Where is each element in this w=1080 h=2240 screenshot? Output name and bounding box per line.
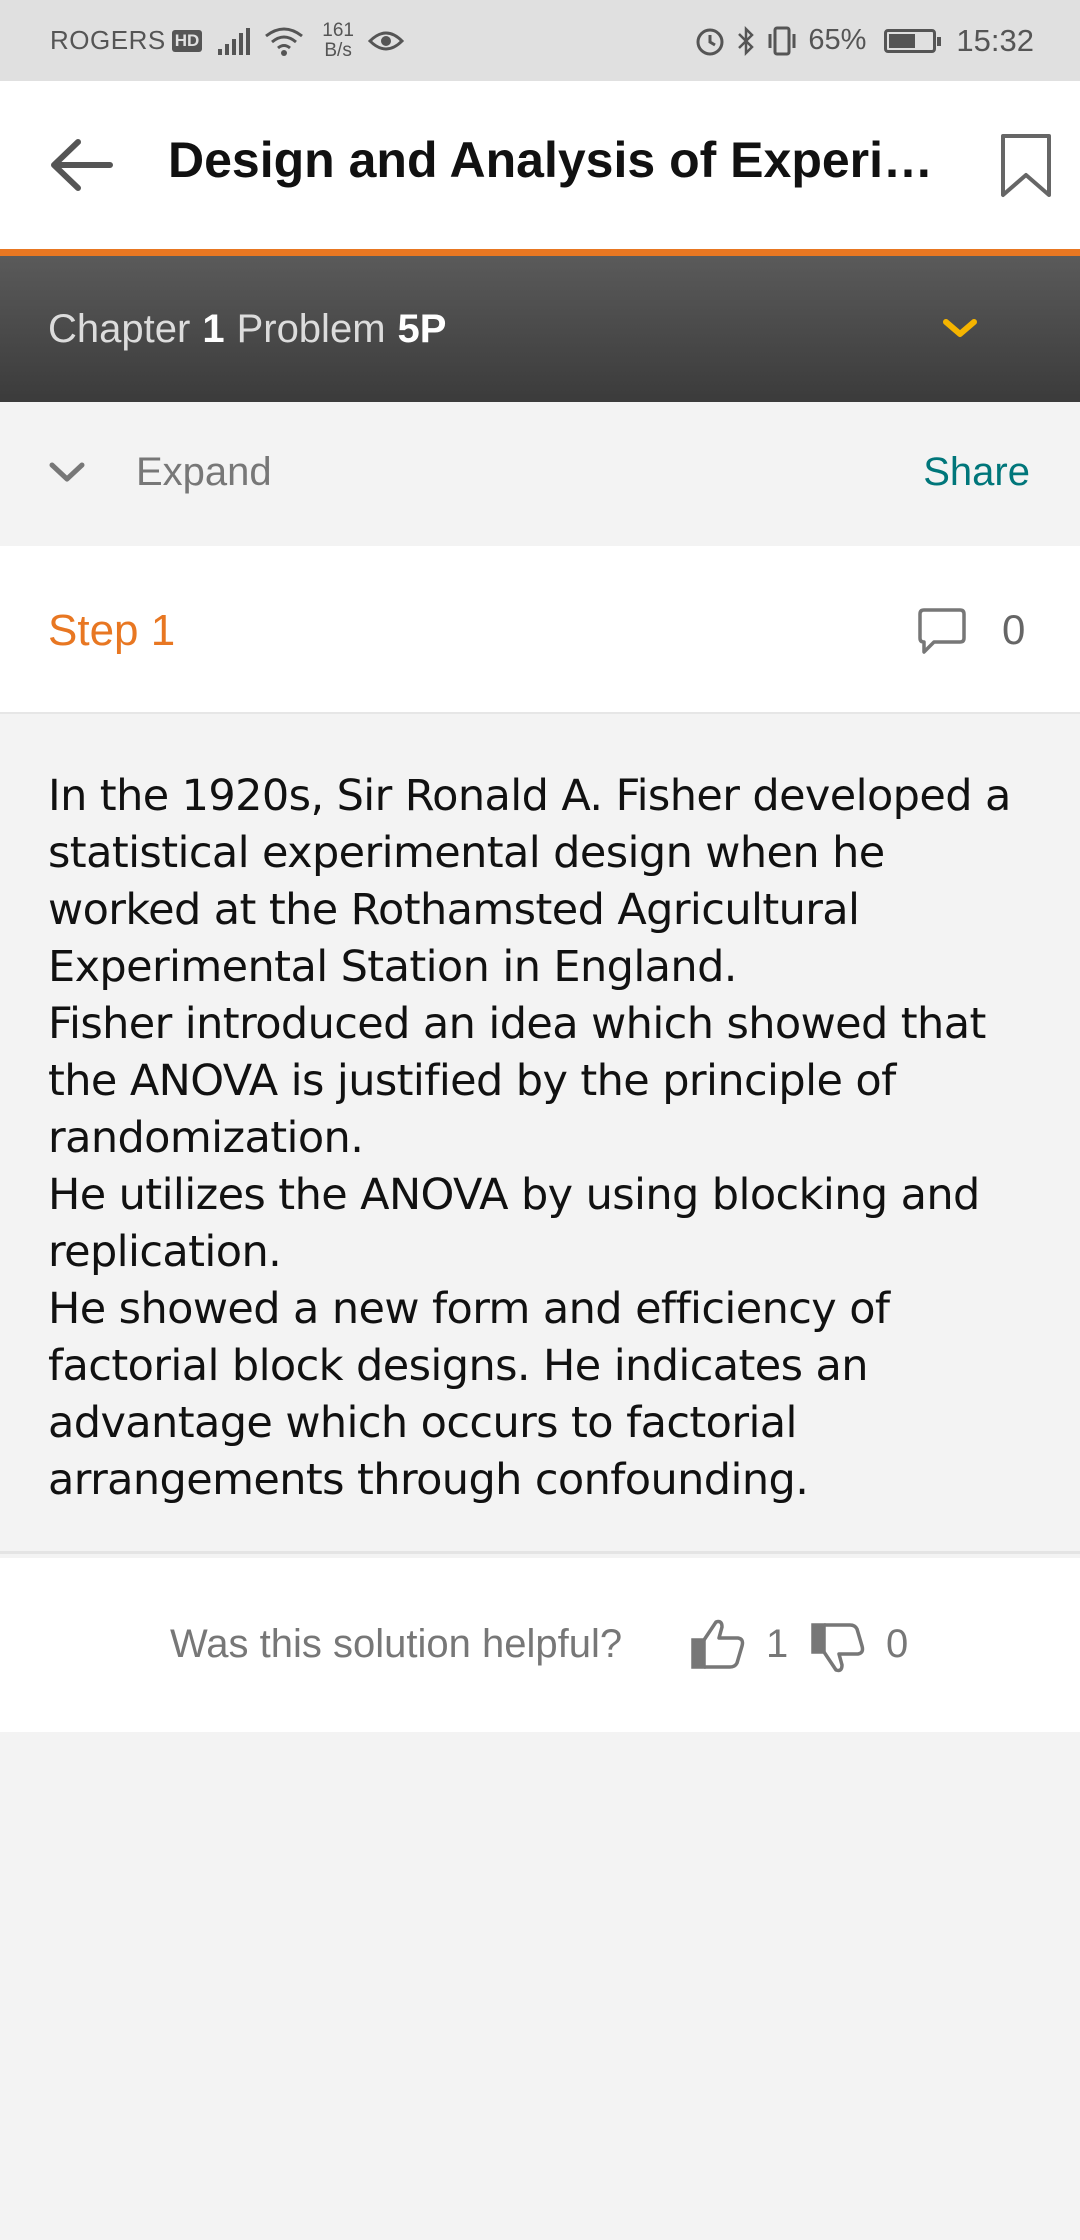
- bookmark-icon: [1000, 133, 1052, 199]
- comment-count: 0: [1002, 606, 1026, 653]
- app-header: Design and Analysis of Experi…: [0, 81, 1080, 249]
- thumbs-down-icon[interactable]: [810, 1622, 866, 1674]
- status-right: 65% 15:32: [694, 23, 1034, 59]
- upvote-count: 1: [766, 1622, 789, 1666]
- step-content: In the 1920s, Sir Ronald A. Fisher devel…: [0, 716, 1080, 1554]
- status-left: ROGERS HD 161 B/s: [50, 19, 404, 61]
- downvote-count: 0: [886, 1622, 909, 1666]
- feedback-section: Was this solution helpful? 1 0: [0, 1558, 1080, 1732]
- clock: 15:32: [956, 22, 1034, 58]
- chevron-down-icon[interactable]: [942, 316, 978, 340]
- back-button[interactable]: [50, 139, 116, 191]
- step-title: Step 1: [48, 606, 176, 655]
- feedback-question: Was this solution helpful?: [170, 1622, 623, 1666]
- chapter-label: Chapter: [48, 306, 191, 351]
- battery-fill: [889, 33, 916, 48]
- expand-chevron-icon[interactable]: [48, 460, 86, 484]
- step-paragraph-3: He utilizes the ANOVA by using blocking …: [48, 1170, 980, 1277]
- alarm-icon: [694, 25, 726, 57]
- step-paragraph-4: He showed a new form and efficiency of f…: [48, 1284, 890, 1505]
- bluetooth-icon: [736, 25, 756, 57]
- battery-percent: 65%: [808, 24, 867, 56]
- accent-line: [0, 249, 1080, 256]
- expand-share-row: Expand Share: [0, 402, 1080, 546]
- chapter-problem-selector[interactable]: Chapter 1 Problem 5P: [0, 256, 1080, 402]
- status-bar: ROGERS HD 161 B/s 65% 15:32: [0, 0, 1080, 81]
- battery-icon: [884, 28, 942, 53]
- expand-button[interactable]: Expand: [136, 450, 272, 495]
- network-speed: 161 B/s: [322, 19, 354, 61]
- thumbs-up-icon[interactable]: [690, 1618, 746, 1670]
- comment-icon[interactable]: [916, 606, 968, 658]
- step-header: Step 1 0: [0, 546, 1080, 714]
- share-button[interactable]: Share: [923, 450, 1030, 495]
- bookmark-button[interactable]: [1000, 133, 1052, 199]
- book-title: Design and Analysis of Experi…: [168, 132, 934, 188]
- problem-number: 5P: [397, 306, 447, 351]
- wifi-icon: [264, 26, 304, 56]
- signal-icon: [216, 27, 251, 55]
- eye-icon: [367, 29, 404, 53]
- vibrate-icon: [766, 25, 798, 57]
- step-paragraph-1: In the 1920s, Sir Ronald A. Fisher devel…: [48, 771, 1011, 992]
- hd-badge: HD: [171, 29, 203, 52]
- problem-label: Problem: [236, 306, 386, 351]
- step-paragraph-2: Fisher introduced an idea which showed t…: [48, 999, 986, 1163]
- network-speed-unit: B/s: [324, 39, 352, 61]
- chapter-number: 1: [202, 306, 225, 351]
- network-speed-value: 161: [322, 19, 354, 41]
- carrier-name: ROGERS: [50, 25, 166, 55]
- back-arrow-icon: [50, 139, 116, 191]
